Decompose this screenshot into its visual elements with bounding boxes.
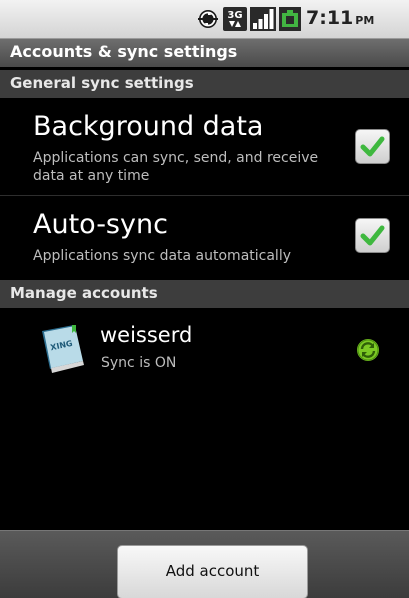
account-name: weisserd	[100, 323, 193, 347]
pref-background-data-title: Background data	[33, 111, 264, 142]
page-title: Accounts & sync settings	[10, 42, 238, 61]
sync-icon	[198, 10, 218, 28]
section-header-manage-label: Manage accounts	[10, 284, 158, 302]
checkmark-icon	[360, 136, 385, 157]
background-data-checkbox[interactable]	[355, 129, 390, 164]
section-header-general-label: General sync settings	[10, 74, 194, 92]
title-bar: Accounts & sync settings	[0, 39, 409, 67]
section-header-manage: Manage accounts	[0, 280, 409, 308]
auto-sync-checkbox[interactable]	[355, 218, 390, 253]
sync-status-icon	[357, 339, 379, 361]
signal-icon	[250, 7, 276, 31]
status-bar: 3G 7:11 PM	[0, 0, 409, 39]
add-account-button[interactable]: Add account	[117, 545, 308, 598]
screen: 3G 7:11 PM Accounts & sync settings Gener…	[0, 0, 409, 598]
network-badge: 3G	[227, 10, 242, 21]
pref-background-data-summary: Applications can sync, send, and receive…	[33, 150, 319, 184]
section-header-general: General sync settings	[0, 70, 409, 98]
battery-icon	[279, 7, 301, 31]
3g-icon: 3G	[223, 7, 247, 31]
account-sync-status: Sync is ON	[101, 355, 177, 371]
clock-time: 7:11	[306, 7, 354, 29]
status-time: 7:11 PM	[306, 7, 374, 29]
clock-ampm: PM	[355, 14, 375, 27]
bottom-bar: Add account	[0, 530, 409, 598]
pref-auto-sync-summary: Applications sync data automatically	[33, 248, 291, 264]
account-item-weisserd[interactable]: XING weisserd Sync is ON	[0, 309, 409, 387]
xing-book-icon: XING	[42, 325, 84, 373]
pref-auto-sync[interactable]: Auto-sync Applications sync data automat…	[0, 196, 409, 278]
checkmark-icon	[360, 225, 385, 246]
pref-auto-sync-title: Auto-sync	[33, 209, 168, 240]
pref-background-data[interactable]: Background data Applications can sync, s…	[0, 99, 409, 195]
